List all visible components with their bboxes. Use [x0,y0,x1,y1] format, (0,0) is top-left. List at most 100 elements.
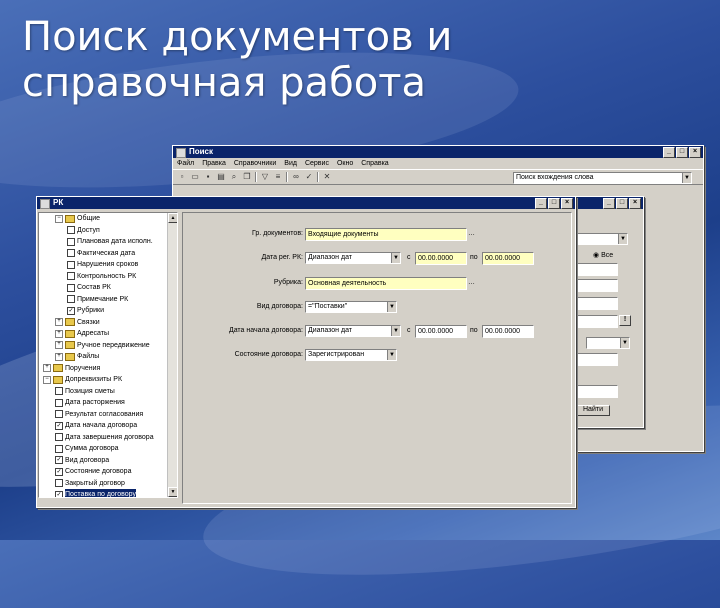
tree-item[interactable]: ✓ Рубрики [39,305,177,317]
tree-item[interactable]: − Допреквизиты РК [39,374,177,386]
maximize-button[interactable]: □ [548,198,560,209]
tree-scrollbar[interactable]: ▲ ▼ [167,213,177,497]
chevron-down-icon[interactable]: ▼ [618,234,627,244]
menu-window[interactable]: Окно [337,158,353,169]
tree-item[interactable]: Контрольность РК [39,271,177,283]
expand-icon[interactable]: + [55,352,63,361]
find-icon[interactable]: ⌕ [229,172,239,182]
menu-edit[interactable]: Правка [202,158,226,169]
checkbox[interactable]: ✓ [55,490,63,497]
menu-service[interactable]: Сервис [305,158,329,169]
rk-window-titlebar[interactable]: РК _ □ × [37,197,575,209]
mid-select-2[interactable]: ▼ [586,337,630,349]
chevron-down-icon[interactable]: ▼ [387,302,396,312]
close-button[interactable]: × [561,198,573,209]
mid-field-3[interactable] [576,297,618,310]
expand-icon[interactable]: + [55,318,63,327]
rubric-browse[interactable]: … [468,277,475,288]
tree-item[interactable]: Нарушения сроков [39,259,177,271]
checkbox[interactable] [55,444,63,453]
mid-browse-button[interactable]: ! [619,315,631,326]
contract-start-mode-select[interactable]: Диапазон дат ▼ [305,325,401,337]
mid-select-1[interactable]: ▼ [576,233,628,245]
tree-item[interactable]: ✓ Вид договора [39,455,177,467]
maximize-button[interactable]: □ [676,147,688,158]
chevron-down-icon[interactable]: ▼ [387,350,396,360]
checkbox[interactable]: ✓ [55,456,63,465]
minimize-button[interactable]: _ [603,198,615,209]
reg-date-to-field[interactable]: 00.00.0000 [482,252,534,265]
contract-state-select[interactable]: Зарегистрирован ▼ [305,349,397,361]
chevron-down-icon[interactable]: ▼ [682,173,691,183]
tree-item[interactable]: ✓ Дата начала договора [39,420,177,432]
expand-icon[interactable]: + [55,329,63,338]
check-icon[interactable]: ✓ [304,172,314,182]
tree-item[interactable]: Состав РК [39,282,177,294]
chevron-down-icon[interactable]: ▼ [391,326,400,336]
tree-item[interactable]: Дата завершения договора [39,432,177,444]
mid-field-5[interactable] [576,353,618,366]
minimize-button[interactable]: _ [663,147,675,158]
delete-icon[interactable]: ✕ [322,172,332,182]
chevron-down-icon[interactable]: ▼ [391,253,400,263]
checkbox[interactable]: ✓ [55,421,63,430]
checkbox[interactable] [55,398,63,407]
tree-item[interactable]: Сумма договора [39,443,177,455]
tree-item[interactable]: Доступ [39,225,177,237]
binoculars-icon[interactable]: ∞ [291,172,301,182]
checkbox[interactable]: ✓ [55,467,63,476]
reg-date-mode-select[interactable]: Диапазон дат ▼ [305,252,401,264]
tree-item[interactable]: + Адресаты [39,328,177,340]
copy-icon[interactable]: ❐ [242,172,252,182]
mid-field-2[interactable] [576,279,618,292]
tree-item[interactable]: − Общие [39,213,177,225]
menu-help[interactable]: Справка [361,158,388,169]
tree-item[interactable]: Результат согласования [39,409,177,421]
expand-icon[interactable]: + [43,364,51,373]
contract-start-from-field[interactable]: 00.00.0000 [415,325,467,338]
reg-date-from-field[interactable]: 00.00.0000 [415,252,467,265]
filter-icon[interactable]: ▽ [260,172,270,182]
menu-file[interactable]: Файл [177,158,194,169]
tree-item[interactable]: ✓ Поставка по договору [39,489,177,497]
doc-group-field[interactable]: Входящие документы [305,228,467,241]
checkbox[interactable] [67,283,75,292]
checkbox[interactable] [67,272,75,281]
search-mode-select[interactable]: Поиск вхождения слова ▼ [513,172,692,184]
checkbox[interactable] [55,433,63,442]
tree-item[interactable]: Примечание РК [39,294,177,306]
checkbox[interactable]: ✓ [67,306,75,315]
mid-field-4[interactable] [576,315,618,328]
mid-find-button[interactable]: Найти [576,405,610,416]
mid-field-1[interactable] [576,263,618,276]
tree-item[interactable]: Дата расторжения [39,397,177,409]
tree-item[interactable]: Закрытый договор [39,478,177,490]
all-radio[interactable]: ◉ Все [593,251,613,259]
menu-view[interactable]: Вид [284,158,297,169]
scroll-down-button[interactable]: ▼ [168,487,177,497]
tree-item[interactable]: + Связки [39,317,177,329]
print-icon[interactable]: ▤ [216,172,226,182]
checkbox[interactable] [67,249,75,258]
tree-item[interactable]: Фактическая дата [39,248,177,260]
checkbox[interactable] [67,260,75,269]
collapse-icon[interactable]: − [55,214,63,223]
mid-field-6[interactable] [576,385,618,398]
list-icon[interactable]: ≡ [273,172,283,182]
open-icon[interactable]: ▭ [190,172,200,182]
menu-dictionaries[interactable]: Справочники [234,158,276,169]
requisites-tree[interactable]: − Общие Доступ Плановая дата исполн. Фактиче… [38,212,178,498]
doc-group-browse[interactable]: … [468,228,475,239]
tree-item[interactable]: + Поручения [39,363,177,375]
close-button[interactable]: × [629,198,641,209]
minimize-button[interactable]: _ [535,198,547,209]
tree-item[interactable]: + Ручное передвижение [39,340,177,352]
rubric-field[interactable]: Основная деятельность [305,277,467,290]
maximize-button[interactable]: □ [616,198,628,209]
scroll-up-button[interactable]: ▲ [168,213,177,223]
collapse-icon[interactable]: − [43,375,51,384]
expand-icon[interactable]: + [55,341,63,350]
checkbox[interactable] [67,237,75,246]
search-window-titlebar[interactable]: Поиск _ □ × [173,146,703,158]
tree-item[interactable]: Плановая дата исполн. [39,236,177,248]
